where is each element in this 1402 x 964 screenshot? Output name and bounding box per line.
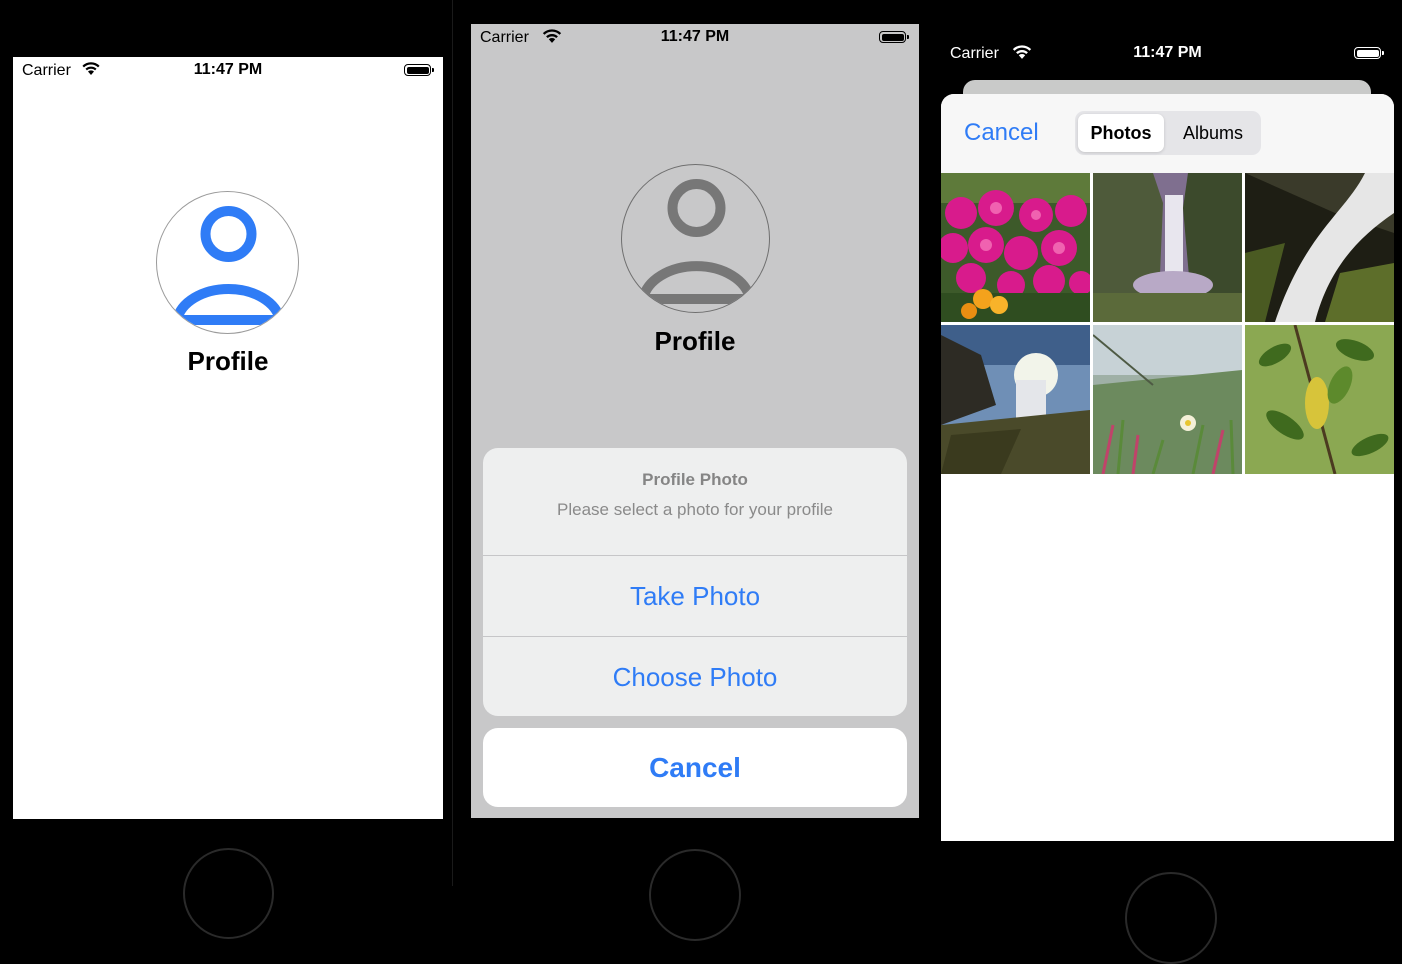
- photo-thumbnail[interactable]: [1093, 325, 1242, 474]
- grass-flower-photo-icon: [1093, 325, 1242, 474]
- flowers-photo-icon: [941, 173, 1090, 322]
- photo-thumbnail[interactable]: [941, 325, 1090, 474]
- avatar-button[interactable]: [621, 164, 770, 313]
- photo-picker: Cancel Photos Albums: [941, 94, 1394, 841]
- action-sheet-message: Please select a photo for your profile: [557, 500, 833, 519]
- action-sheet-title: Profile Photo: [642, 470, 748, 489]
- home-button[interactable]: [649, 849, 741, 941]
- clock: 11:47 PM: [193, 61, 263, 78]
- action-sheet-header: Profile Photo Please select a photo for …: [483, 448, 907, 556]
- clock: 11:47 PM: [660, 28, 730, 45]
- segmented-control: Photos Albums: [1075, 111, 1261, 155]
- cascade-photo-icon: [1245, 173, 1394, 322]
- waterfall-photo-icon: [1093, 173, 1242, 322]
- profile-title: Profile: [654, 326, 736, 356]
- avatar-button[interactable]: [156, 191, 299, 334]
- home-button[interactable]: [183, 848, 274, 939]
- person-icon: [638, 179, 755, 304]
- tab-albums[interactable]: Albums: [1168, 114, 1258, 152]
- person-icon: [172, 206, 285, 325]
- clock: 11:47 PM: [1133, 44, 1202, 61]
- picker-cancel-button[interactable]: Cancel: [964, 119, 1039, 147]
- leaves-photo-icon: [1245, 325, 1394, 474]
- battery-icon: [879, 31, 909, 43]
- sunny-waterfall-photo-icon: [941, 325, 1090, 474]
- cancel-button[interactable]: Cancel: [483, 728, 907, 807]
- photo-thumbnail[interactable]: [1245, 173, 1394, 322]
- battery-icon: [1354, 47, 1384, 59]
- panel-divider: [452, 0, 453, 886]
- take-photo-button[interactable]: Take Photo: [483, 556, 907, 636]
- photo-thumbnail[interactable]: [1245, 325, 1394, 474]
- tab-photos[interactable]: Photos: [1078, 114, 1164, 152]
- picker-toolbar: Cancel Photos Albums: [941, 94, 1394, 173]
- action-sheet: Profile Photo Please select a photo for …: [483, 448, 907, 716]
- photo-thumbnail[interactable]: [1093, 173, 1242, 322]
- photo-thumbnail[interactable]: [941, 173, 1090, 322]
- action-sheet-screen: Carrier 11:47 PM Profile Profile Photo P…: [471, 24, 919, 818]
- status-bar: Carrier 11:47 PM: [13, 57, 443, 83]
- choose-photo-button[interactable]: Choose Photo: [483, 636, 907, 716]
- status-bar: Carrier 11:47 PM: [941, 40, 1402, 66]
- photo-picker-screen: Carrier 11:47 PM Cancel Photos Albums: [941, 0, 1402, 886]
- profile-title: Profile: [187, 346, 269, 376]
- profile-screen: Carrier 11:47 PM Profile: [13, 57, 443, 819]
- status-bar: Carrier 11:47 PM: [471, 24, 919, 50]
- battery-icon: [404, 64, 434, 76]
